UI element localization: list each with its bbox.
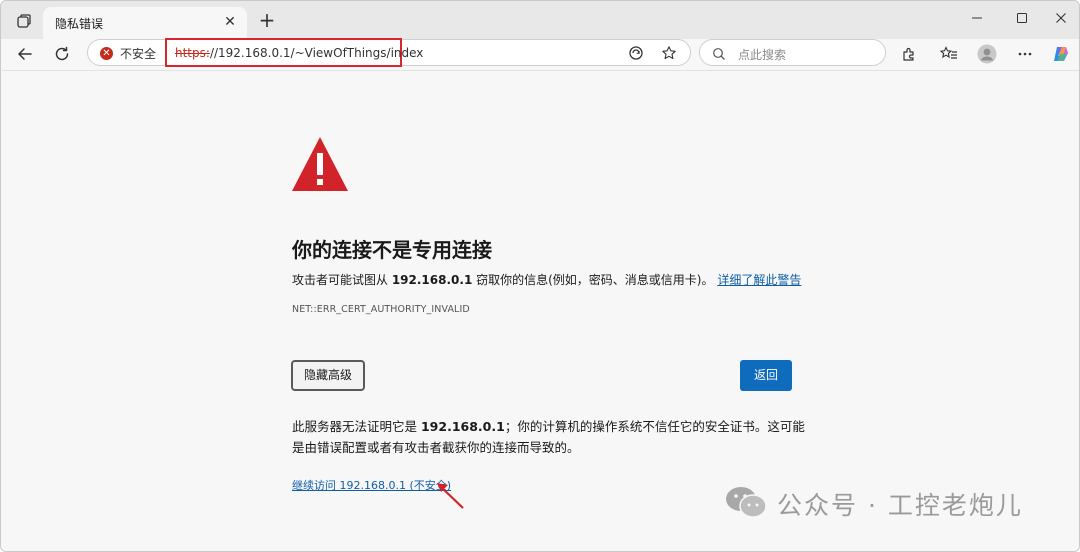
more-menu-icon[interactable] bbox=[1011, 40, 1039, 68]
tab-title: 隐私错误 bbox=[55, 17, 104, 31]
search-icon bbox=[712, 46, 726, 65]
extensions-icon[interactable] bbox=[895, 40, 923, 68]
browser-window: 隐私错误 ✕ + ✕ 不安全 https://192.168.0.1/~View… bbox=[0, 0, 1080, 552]
profile-avatar-icon[interactable] bbox=[973, 40, 1001, 68]
copilot-icon[interactable] bbox=[1047, 40, 1075, 68]
security-chip[interactable]: ✕ 不安全 bbox=[100, 44, 156, 62]
error-code: NET::ERR_CERT_AUTHORITY_INVALID bbox=[292, 304, 470, 315]
new-tab-button[interactable]: + bbox=[255, 9, 279, 33]
tab-actions-icon[interactable] bbox=[11, 9, 37, 33]
desc-host: 192.168.0.1 bbox=[391, 273, 473, 287]
error-description: 攻击者可能试图从 192.168.0.1 窃取你的信息(例如，密码、消息或信用卡… bbox=[292, 271, 801, 288]
tab-strip: 隐私错误 ✕ + bbox=[1, 1, 1079, 39]
page-title: 你的连接不是专用连接 bbox=[292, 238, 492, 262]
watermark-text: 公众号 · 工控老炮儿 bbox=[777, 491, 1023, 520]
not-secure-icon: ✕ bbox=[100, 46, 113, 60]
refresh-icon[interactable] bbox=[48, 40, 76, 68]
proceed-unsafe-link[interactable]: 继续访问 192.168.0.1 (不安全) bbox=[292, 477, 451, 493]
red-arrow-annotation bbox=[434, 479, 466, 515]
search-input[interactable]: 点此搜索 bbox=[699, 39, 886, 66]
translate-icon[interactable] bbox=[622, 39, 650, 67]
wechat-logo-icon bbox=[725, 485, 767, 523]
search-placeholder: 点此搜索 bbox=[738, 48, 787, 62]
back-arrow-icon[interactable] bbox=[11, 40, 39, 68]
advanced-explanation: 此服务器无法证明它是 192.168.0.1；你的计算机的操作系统不信任它的安全… bbox=[292, 416, 812, 458]
tab-active[interactable]: 隐私错误 ✕ bbox=[43, 7, 247, 39]
learn-more-link[interactable]: 详细了解此警告 bbox=[717, 273, 801, 287]
minimize-button[interactable] bbox=[955, 7, 999, 33]
url-text[interactable]: https://192.168.0.1/~ViewOfThings/index bbox=[165, 38, 423, 67]
explain-prefix: 此服务器无法证明它是 bbox=[292, 419, 421, 434]
address-bar[interactable]: ✕ 不安全 https://192.168.0.1/~ViewOfThings/… bbox=[87, 38, 691, 67]
desc-suffix: 窃取你的信息(例如，密码、消息或信用卡)。 bbox=[472, 273, 714, 287]
desc-prefix: 攻击者可能试图从 bbox=[292, 273, 392, 287]
close-window-button[interactable] bbox=[1039, 7, 1079, 33]
warning-triangle-icon bbox=[291, 136, 349, 196]
watermark: 公众号 · 工控老炮儿 bbox=[725, 485, 1023, 523]
security-label: 不安全 bbox=[120, 46, 157, 61]
toolbar: ✕ 不安全 https://192.168.0.1/~ViewOfThings/… bbox=[1, 38, 1079, 69]
explain-host: 192.168.0.1 bbox=[420, 419, 505, 434]
back-button[interactable]: 返回 bbox=[740, 360, 792, 391]
tab-close-icon[interactable]: ✕ bbox=[221, 13, 239, 31]
favorite-star-icon[interactable] bbox=[655, 39, 683, 67]
maximize-button[interactable] bbox=[1000, 7, 1044, 33]
favorites-list-icon[interactable] bbox=[935, 40, 963, 68]
url-path: //192.168.0.1/~ViewOfThings/index bbox=[209, 45, 424, 60]
error-page: 你的连接不是专用连接 攻击者可能试图从 192.168.0.1 窃取你的信息(例… bbox=[2, 70, 1079, 551]
url-scheme: https: bbox=[175, 45, 210, 60]
hide-advanced-button[interactable]: 隐藏高级 bbox=[291, 360, 365, 391]
